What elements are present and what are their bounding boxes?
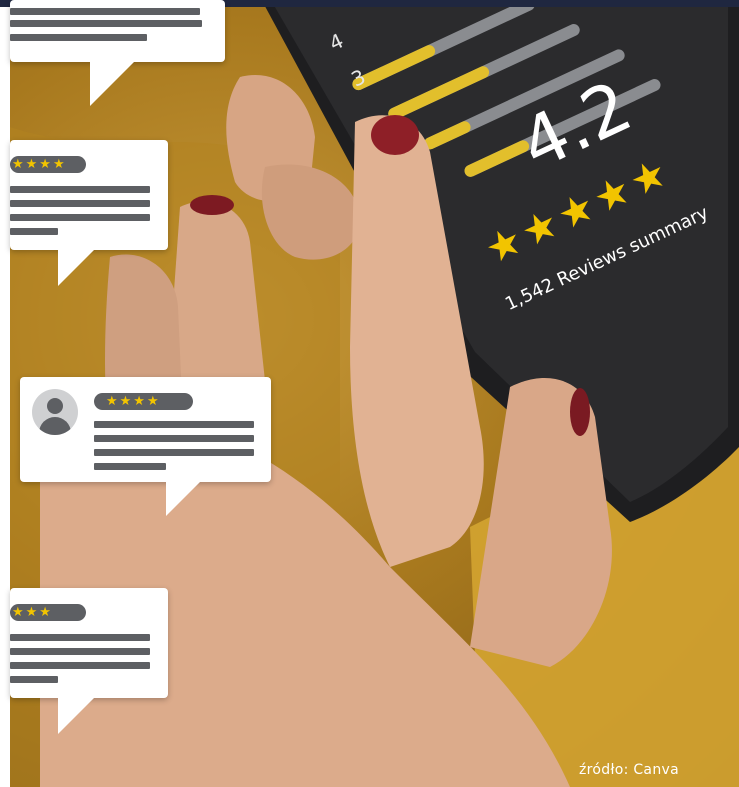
bar-label-3: 3 bbox=[347, 64, 370, 92]
review-text-line bbox=[10, 20, 202, 27]
star-rating-pill: ★★★★ bbox=[10, 156, 86, 173]
star-icon: ★★★★ bbox=[106, 394, 161, 409]
review-text-line bbox=[10, 34, 147, 41]
review-card: ★★★★ bbox=[20, 377, 271, 516]
review-text-line bbox=[10, 648, 150, 655]
speech-bubble-tail bbox=[90, 62, 134, 106]
review-text-line bbox=[10, 214, 150, 221]
review-card: ★★★★ bbox=[10, 140, 168, 286]
star-icon: ★★★ bbox=[12, 605, 53, 620]
review-text-line bbox=[10, 662, 150, 669]
review-text-line bbox=[94, 449, 254, 456]
speech-bubble-tail bbox=[166, 482, 200, 516]
review-text-line bbox=[94, 463, 166, 470]
user-avatar-icon bbox=[32, 389, 78, 435]
bar-label-4: 4 bbox=[325, 28, 348, 56]
review-text-line bbox=[10, 8, 200, 15]
star-rating-pill: ★★★ bbox=[10, 604, 86, 621]
review-card: ★★★ bbox=[10, 588, 168, 734]
image-credit: źródło: Canva bbox=[579, 762, 679, 778]
review-text-line bbox=[10, 200, 150, 207]
review-text-line bbox=[10, 634, 150, 641]
review-promo-image: 4 3 4.2 ★★★★★ 1,542 Reviews summary ★★★★… bbox=[0, 0, 739, 787]
review-text-line bbox=[10, 228, 58, 235]
star-icon: ★★★★ bbox=[12, 157, 67, 172]
speech-bubble-tail bbox=[58, 250, 94, 286]
speech-bubble-tail bbox=[58, 698, 94, 734]
review-card bbox=[10, 0, 225, 106]
review-text-line bbox=[10, 676, 58, 683]
star-rating-pill: ★★★★ bbox=[94, 393, 193, 410]
review-text-line bbox=[94, 421, 254, 428]
review-text-line bbox=[10, 186, 150, 193]
review-text-line bbox=[94, 435, 254, 442]
